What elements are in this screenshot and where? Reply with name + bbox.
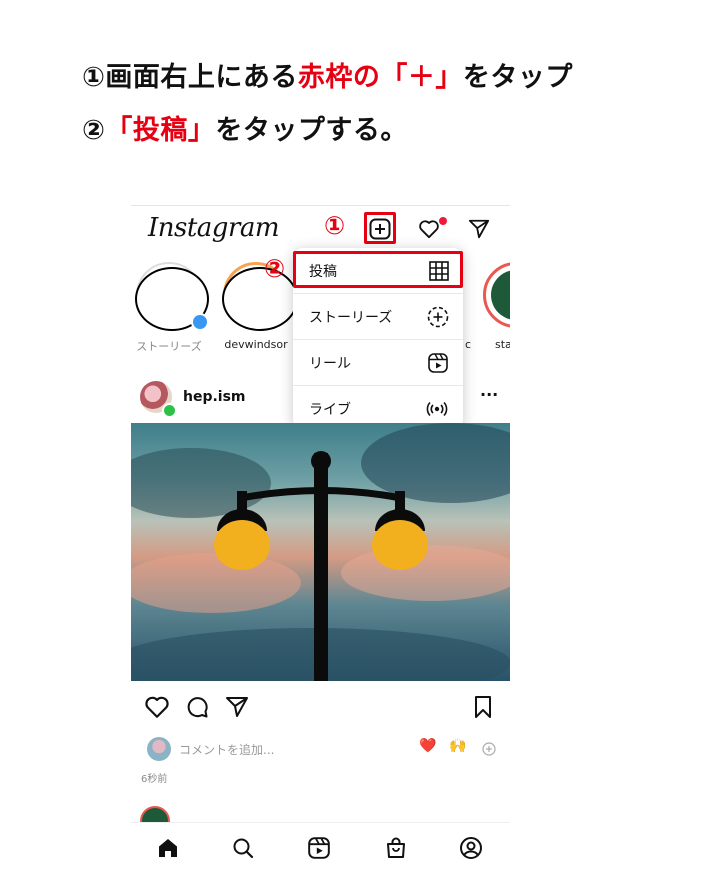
- step-2-highlight-box: [293, 251, 463, 288]
- plus-square-icon: [369, 218, 391, 240]
- comment-icon[interactable]: [185, 695, 209, 719]
- step-1-marker: ①: [324, 211, 346, 240]
- instruction-line-2: ②「投稿」をタップする。: [82, 108, 408, 147]
- send-icon: [468, 219, 490, 239]
- instruction-2-prefix: ②: [82, 115, 106, 146]
- instruction-1-highlight: 赤枠の「＋」: [297, 62, 463, 93]
- bookmark-icon[interactable]: [473, 695, 493, 719]
- instruction-line-1: ①画面右上にある赤枠の「＋」をタップ: [82, 55, 573, 94]
- instagram-logo: Instagram: [148, 213, 280, 243]
- post-more-button[interactable]: ···: [480, 385, 498, 404]
- phone-screen: Instagram ① ストーリーズ devwindsor c sta 投稿 ス…: [131, 205, 510, 896]
- story-add-icon: [427, 306, 449, 327]
- menu-item-label: リール: [309, 355, 351, 372]
- shopping-bag-icon: [387, 837, 405, 858]
- story-ring: [483, 262, 510, 328]
- post-username[interactable]: hep.ism: [183, 389, 246, 405]
- starbucks-avatar: [491, 270, 510, 320]
- share-send-icon[interactable]: [225, 695, 249, 719]
- top-divider: [131, 205, 510, 206]
- story-label: sta: [495, 338, 510, 351]
- post-actions: [131, 693, 510, 723]
- commenter-avatar: [147, 737, 171, 761]
- heart-icon: [419, 220, 439, 239]
- quick-emoji-heart[interactable]: ❤️: [419, 738, 436, 754]
- quick-emoji-raise-hands[interactable]: 🙌: [449, 738, 466, 754]
- bottom-tab-bar: [131, 822, 510, 896]
- comment-input[interactable]: コメントを追加...: [179, 741, 274, 758]
- tab-home[interactable]: [154, 834, 182, 862]
- story-label: ストーリーズ: [136, 340, 202, 353]
- tab-search[interactable]: [229, 834, 257, 862]
- masked-avatar-2: [222, 267, 298, 331]
- reels-icon: [428, 352, 448, 373]
- menu-item-label: ストーリーズ: [309, 309, 393, 326]
- tab-shop[interactable]: [382, 834, 410, 862]
- online-status-dot: [162, 403, 177, 418]
- reels-icon: [308, 837, 330, 859]
- tab-reels[interactable]: [305, 834, 333, 862]
- story-label: devwindsor: [224, 338, 288, 351]
- story-add-badge: [191, 313, 209, 331]
- story-item-sta[interactable]: sta: [483, 262, 510, 351]
- instruction-2-suffix: をタップする。: [215, 115, 408, 146]
- create-plus-button[interactable]: [366, 215, 394, 243]
- like-heart-icon[interactable]: [144, 695, 170, 719]
- comment-row: コメントを追加... ❤️ 🙌: [131, 735, 510, 763]
- tab-profile[interactable]: [457, 834, 485, 862]
- search-icon: [233, 838, 254, 859]
- post-image: [131, 423, 510, 681]
- add-emoji-icon[interactable]: [482, 742, 496, 756]
- post-timestamp: 6秒前: [141, 774, 168, 785]
- post-header: hep.ism ···: [131, 377, 510, 422]
- street-lamp-graphic: [131, 423, 510, 681]
- direct-message-button[interactable]: [465, 215, 493, 243]
- notification-dot: [439, 217, 447, 225]
- instruction-2-highlight: 「投稿」: [105, 115, 216, 146]
- profile-icon: [460, 837, 482, 859]
- instruction-1-suffix: をタップ: [462, 62, 573, 93]
- home-icon: [159, 839, 177, 857]
- instruction-1-prefix: ①画面右上にある: [82, 62, 298, 93]
- menu-item-stories[interactable]: ストーリーズ: [293, 294, 463, 339]
- step-2-marker: ②: [264, 254, 286, 283]
